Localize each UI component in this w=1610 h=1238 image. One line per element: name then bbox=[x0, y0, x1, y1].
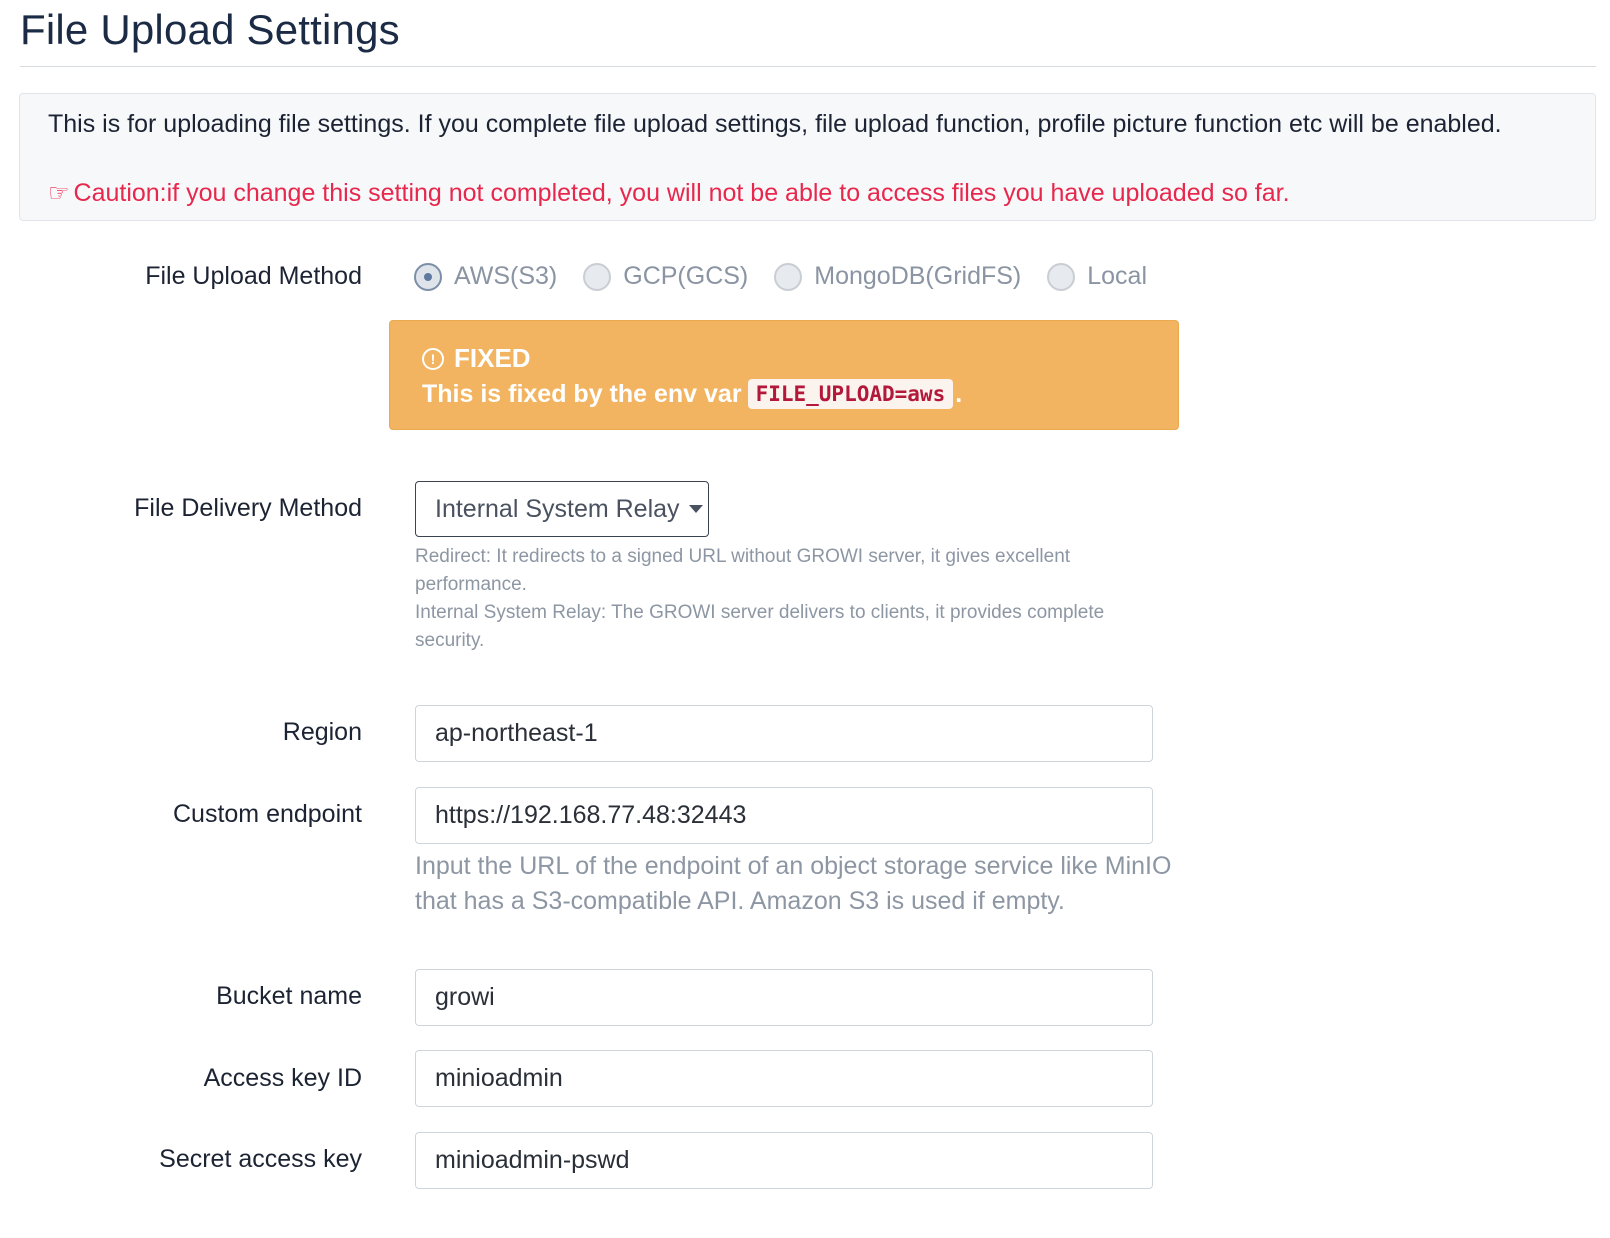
page-title: File Upload Settings bbox=[20, 6, 400, 53]
env-var-code: FILE_UPLOAD=aws bbox=[747, 379, 954, 409]
fixed-alert-title: FIXED bbox=[454, 343, 531, 373]
radio-label-aws: AWS(S3) bbox=[454, 262, 558, 290]
radio-unchecked-icon[interactable] bbox=[1047, 262, 1076, 291]
fixed-alert-header: ! FIXED bbox=[422, 343, 531, 374]
info-box: This is for uploading file settings. If … bbox=[19, 93, 1596, 221]
caution-message: ☞ Caution:if you change this setting not… bbox=[48, 179, 1290, 208]
radio-mongodb-gridfs[interactable]: MongoDB(GridFS) bbox=[774, 262, 1021, 291]
secret-access-key-input[interactable] bbox=[415, 1132, 1153, 1189]
radio-label-local: Local bbox=[1087, 262, 1148, 290]
upload-method-label: File Upload Method bbox=[145, 262, 362, 290]
caret-down-icon bbox=[688, 505, 703, 513]
caution-text: Caution:if you change this setting not c… bbox=[73, 179, 1290, 207]
caution-hand-icon: ☞ bbox=[48, 180, 70, 207]
fixed-alert-suffix: . bbox=[955, 379, 963, 408]
radio-unchecked-icon[interactable] bbox=[583, 262, 612, 291]
radio-aws-s3[interactable]: AWS(S3) bbox=[414, 262, 557, 291]
fixed-alert-body: This is fixed by the env var FILE_UPLOAD… bbox=[422, 379, 962, 409]
bucket-name-input[interactable] bbox=[415, 969, 1153, 1026]
custom-endpoint-input[interactable] bbox=[415, 787, 1153, 844]
radio-gcp-gcs[interactable]: GCP(GCS) bbox=[583, 262, 748, 291]
region-label: Region bbox=[282, 718, 362, 746]
delivery-help-redirect: Redirect: It redirects to a signed URL w… bbox=[415, 546, 1071, 595]
radio-unchecked-icon[interactable] bbox=[774, 262, 803, 291]
delivery-method-label: File Delivery Method bbox=[134, 494, 362, 522]
title-divider bbox=[20, 66, 1596, 67]
custom-endpoint-help: Input the URL of the endpoint of an obje… bbox=[415, 852, 1172, 915]
access-key-id-label: Access key ID bbox=[203, 1064, 362, 1092]
fixed-alert: ! FIXED This is fixed by the env var FIL… bbox=[389, 320, 1179, 430]
delivery-help-relay: Internal System Relay: The GROWI server … bbox=[415, 602, 1105, 651]
region-input[interactable] bbox=[415, 705, 1153, 762]
custom-endpoint-label: Custom endpoint bbox=[172, 800, 362, 828]
radio-checked-icon[interactable] bbox=[414, 262, 442, 291]
secret-access-key-label: Secret access key bbox=[159, 1145, 362, 1173]
bucket-name-label: Bucket name bbox=[216, 982, 362, 1010]
upload-method-radio-group: AWS(S3) GCP(GCS) MongoDB(GridFS) Local bbox=[414, 262, 1173, 291]
info-circle-icon: ! bbox=[422, 347, 444, 370]
delivery-method-selected: Internal System Relay bbox=[435, 494, 680, 523]
radio-label-mongodb: MongoDB(GridFS) bbox=[814, 262, 1022, 290]
radio-label-gcp: GCP(GCS) bbox=[623, 262, 749, 290]
info-description: This is for uploading file settings. If … bbox=[48, 110, 1502, 138]
fixed-alert-message: This is fixed by the env var bbox=[422, 379, 742, 408]
radio-local[interactable]: Local bbox=[1047, 262, 1147, 291]
access-key-id-input[interactable] bbox=[415, 1050, 1153, 1107]
delivery-method-dropdown[interactable]: Internal System Relay bbox=[415, 481, 709, 537]
